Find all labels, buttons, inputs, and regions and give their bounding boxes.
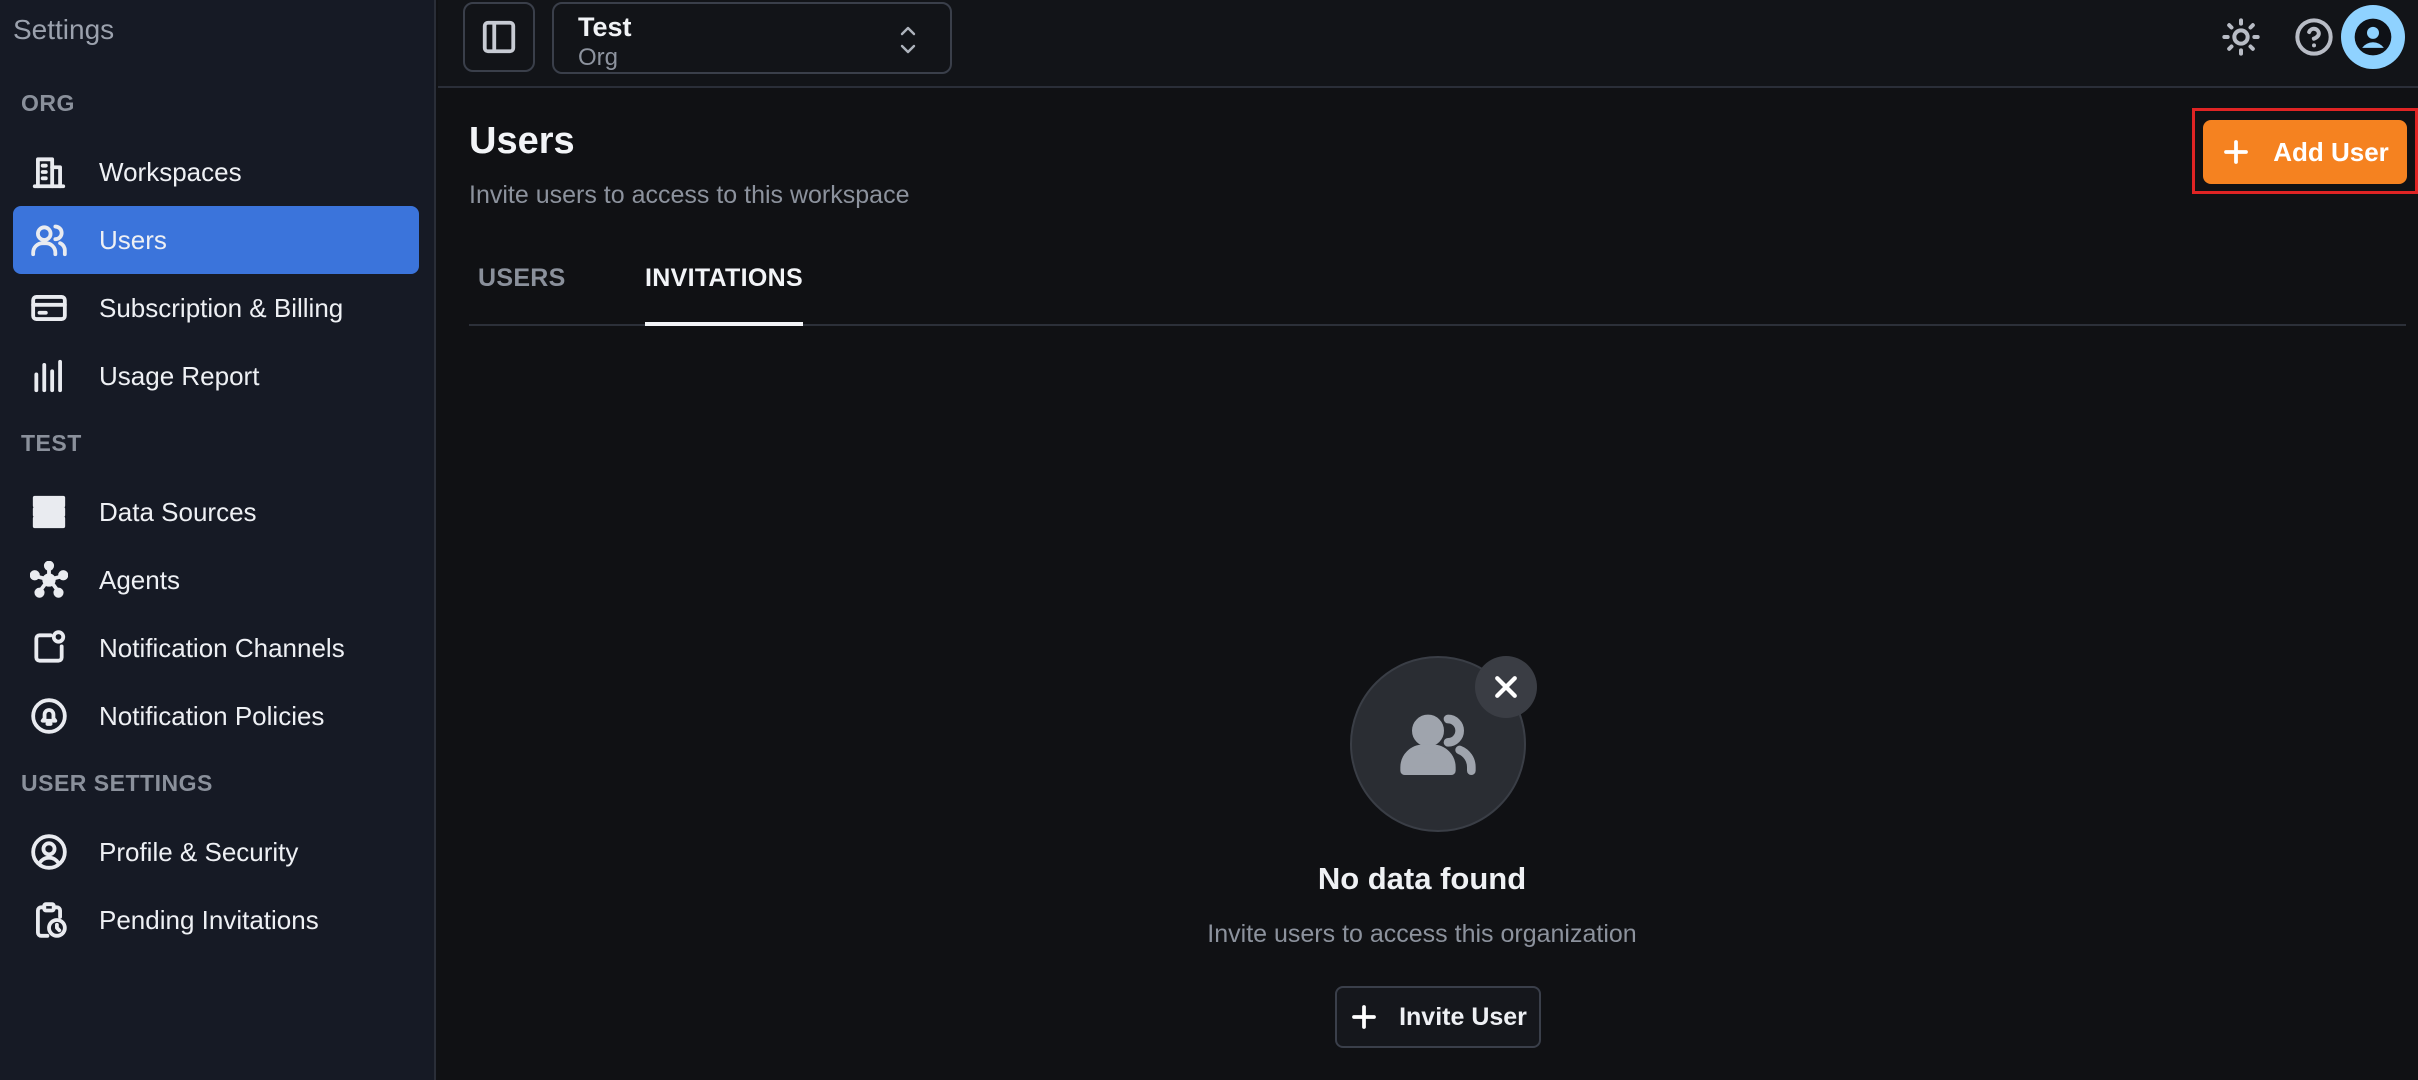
app-root: Settings ORG Workspaces Users Subscripti…: [0, 0, 2418, 1080]
sidebar-item-pending-invitations[interactable]: Pending Invitations: [13, 886, 419, 954]
bell-circle-icon: [29, 696, 69, 736]
sidebar-item-label: Data Sources: [99, 496, 257, 527]
close-icon: [1475, 656, 1537, 718]
sidebar-item-users[interactable]: Users: [13, 206, 419, 274]
users-icon: [29, 220, 69, 260]
sidebar-item-workspaces[interactable]: Workspaces: [13, 138, 419, 206]
theme-toggle-button[interactable]: [2218, 14, 2264, 60]
page-subtitle: Invite users to access to this workspace: [469, 181, 910, 209]
org-switcher[interactable]: Test Org: [552, 2, 952, 74]
user-avatar[interactable]: [2341, 5, 2405, 69]
section-label-user-settings: USER SETTINGS: [21, 770, 213, 796]
chevron-up-down-icon: [896, 20, 920, 60]
top-bar: Test Org: [438, 0, 2418, 88]
sidebar-item-data-sources[interactable]: Data Sources: [13, 478, 419, 546]
database-icon: [29, 492, 69, 532]
section-label-org: ORG: [21, 90, 75, 116]
invite-user-label: Invite User: [1399, 1002, 1527, 1031]
help-button[interactable]: [2291, 14, 2337, 60]
add-user-label: Add User: [2273, 136, 2389, 167]
help-icon: [2295, 18, 2333, 56]
sidebar-item-usage-report[interactable]: Usage Report: [13, 342, 419, 410]
sidebar-item-label: Subscription & Billing: [99, 292, 344, 323]
page-title: Users: [469, 120, 575, 162]
sidebar-item-agents[interactable]: Agents: [13, 546, 419, 614]
network-icon: [29, 560, 69, 600]
user-avatar-icon: [2354, 18, 2392, 56]
sidebar-item-subscription-billing[interactable]: Subscription & Billing: [13, 274, 419, 342]
invite-user-button[interactable]: Invite User: [1335, 986, 1541, 1048]
add-user-button[interactable]: Add User: [2203, 120, 2407, 184]
tab-users[interactable]: USERS: [478, 264, 566, 326]
sidebar-item-label: Notification Policies: [99, 700, 325, 731]
sidebar-item-notification-policies[interactable]: Notification Policies: [13, 682, 419, 750]
org-type: Org: [578, 44, 619, 71]
sun-icon: [2222, 18, 2260, 56]
empty-state-subtitle: Invite users to access this organization: [1207, 920, 1637, 948]
sidebar-item-label: Notification Channels: [99, 632, 345, 663]
sidebar-toggle-button[interactable]: [463, 2, 535, 72]
plus-icon: [2224, 140, 2249, 164]
sidebar-item-label: Users: [99, 224, 167, 255]
clipboard-clock-icon: [29, 900, 69, 940]
sidebar-toggle-icon: [482, 20, 516, 54]
plus-icon: [1352, 1005, 1376, 1029]
sidebar-title: Settings: [13, 14, 115, 45]
building-icon: [29, 152, 69, 192]
sidebar-item-label: Agents: [99, 564, 180, 595]
sidebar-item-label: Workspaces: [99, 156, 242, 187]
tab-invitations[interactable]: INVITATIONS: [645, 264, 803, 326]
sidebar-item-label: Usage Report: [99, 360, 260, 391]
user-circle-icon: [29, 832, 69, 872]
tabs: USERS INVITATIONS: [469, 256, 2406, 326]
sidebar-item-profile-security[interactable]: Profile & Security: [13, 818, 419, 886]
sidebar-item-notification-channels[interactable]: Notification Channels: [13, 614, 419, 682]
bar-chart-icon: [29, 356, 69, 396]
section-label-test: TEST: [21, 430, 82, 456]
sidebar-item-label: Profile & Security: [99, 836, 299, 867]
org-name: Test: [578, 12, 632, 42]
settings-sidebar: Settings ORG Workspaces Users Subscripti…: [0, 0, 436, 1080]
credit-card-icon: [29, 288, 69, 328]
users-icon: [1400, 714, 1476, 775]
empty-state-title: No data found: [1317, 861, 1527, 896]
notification-square-icon: [29, 628, 69, 668]
main-content: Users Invite users to access to this wor…: [438, 90, 2418, 1080]
sidebar-item-label: Pending Invitations: [99, 904, 319, 935]
